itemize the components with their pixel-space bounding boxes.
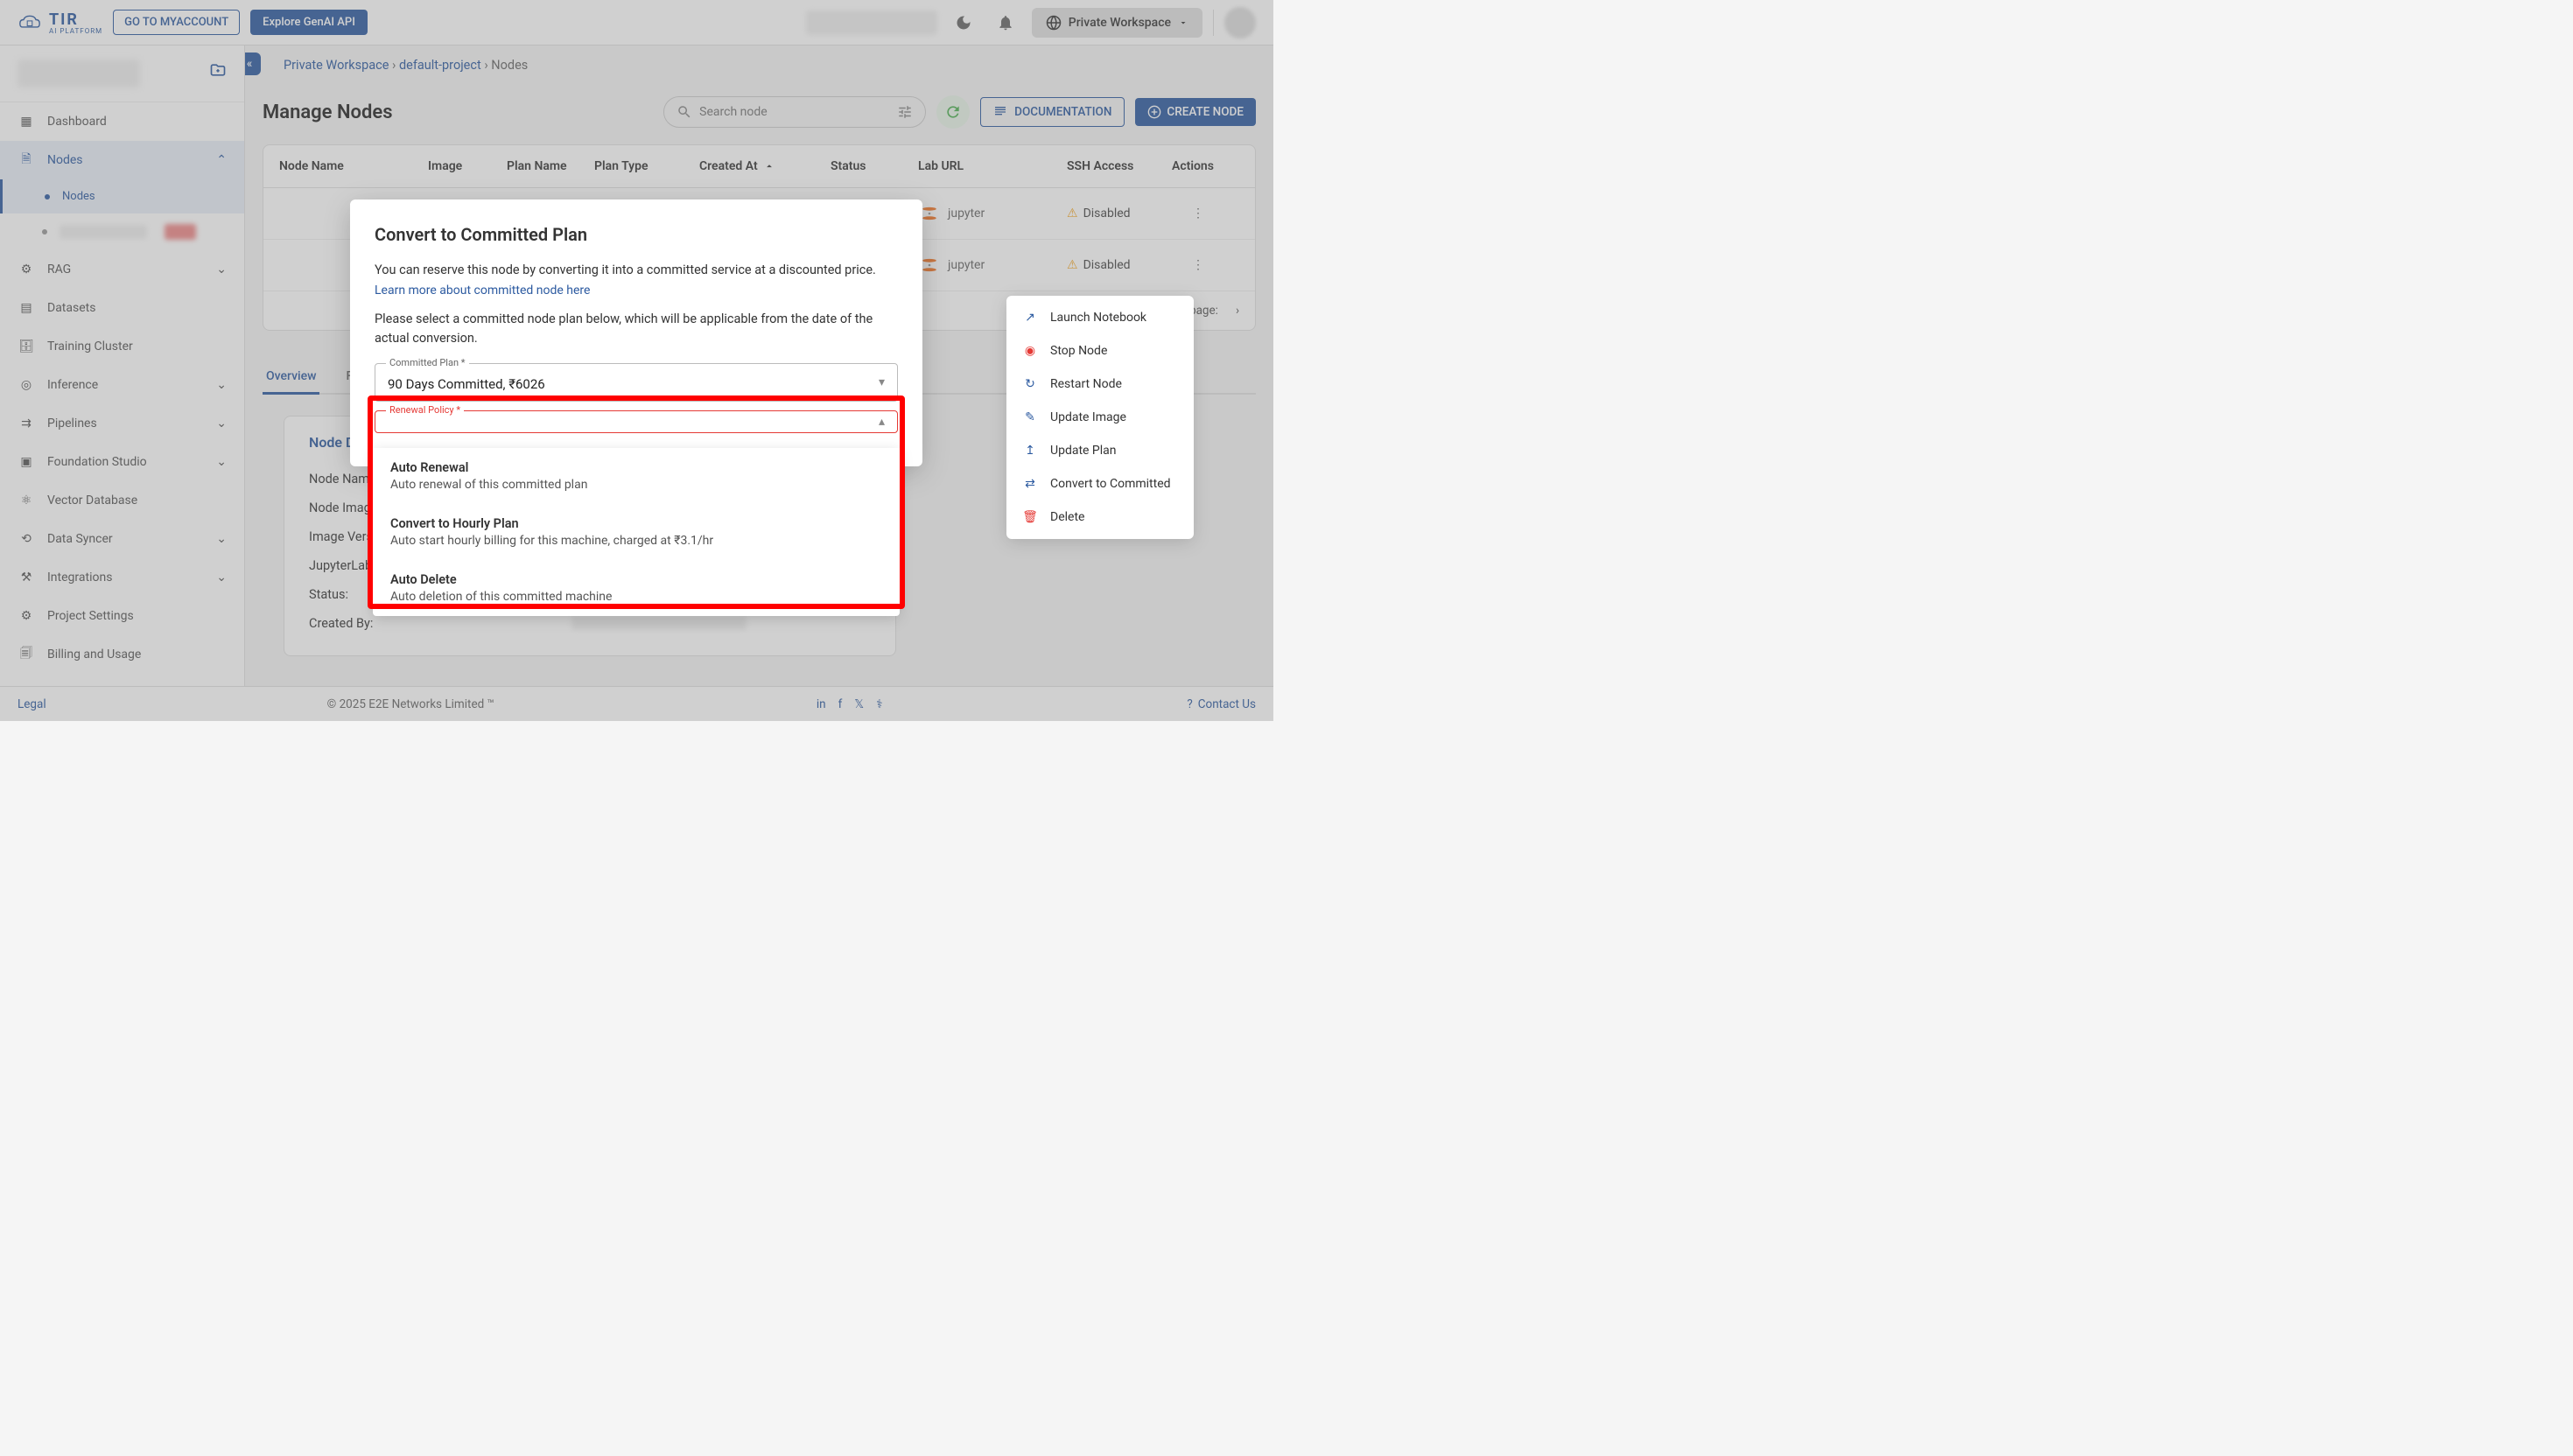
- ctx-update-plan[interactable]: ↥Update Plan: [1006, 434, 1194, 467]
- modal-title: Convert to Committed Plan: [375, 224, 898, 245]
- ctx-restart-node[interactable]: ↻Restart Node: [1006, 368, 1194, 401]
- renewal-policy-dropdown: Auto Renewal Auto renewal of this commit…: [373, 448, 900, 616]
- trash-icon: 🗑: [1022, 509, 1038, 525]
- select-value: 90 Days Committed, ₹6026: [388, 376, 885, 392]
- select-label: Committed Plan *: [386, 357, 469, 368]
- restart-icon: ↻: [1022, 376, 1038, 392]
- stop-icon: ◉: [1022, 343, 1038, 359]
- ctx-update-image[interactable]: ✎Update Image: [1006, 401, 1194, 434]
- ctx-convert-committed[interactable]: ⇄Convert to Committed: [1006, 467, 1194, 500]
- upload-icon: ↥: [1022, 443, 1038, 458]
- committed-plan-select[interactable]: Committed Plan * 90 Days Committed, ₹602…: [375, 363, 898, 402]
- learn-more-link[interactable]: Learn more about committed node here: [375, 284, 590, 298]
- pencil-icon: ✎: [1022, 410, 1038, 425]
- ctx-delete[interactable]: 🗑Delete: [1006, 500, 1194, 534]
- option-convert-hourly[interactable]: Convert to Hourly Plan Auto start hourly…: [373, 504, 900, 560]
- select-label: Renewal Policy *: [386, 404, 464, 416]
- renewal-policy-select[interactable]: Renewal Policy * ▴: [375, 410, 898, 433]
- modal-instruction: Please select a committed node plan belo…: [375, 310, 898, 348]
- modal-description: You can reserve this node by converting …: [375, 261, 898, 280]
- chevron-up-icon: ▴: [879, 415, 885, 429]
- convert-icon: ⇄: [1022, 476, 1038, 492]
- launch-icon: ↗: [1022, 310, 1038, 326]
- ctx-launch-notebook[interactable]: ↗Launch Notebook: [1006, 301, 1194, 334]
- ctx-stop-node[interactable]: ◉Stop Node: [1006, 334, 1194, 368]
- actions-context-menu: ↗Launch Notebook ◉Stop Node ↻Restart Nod…: [1006, 296, 1194, 539]
- convert-committed-modal: Convert to Committed Plan You can reserv…: [350, 200, 922, 466]
- option-auto-renewal[interactable]: Auto Renewal Auto renewal of this commit…: [373, 448, 900, 504]
- chevron-down-icon: ▾: [879, 375, 885, 389]
- option-auto-delete[interactable]: Auto Delete Auto deletion of this commit…: [373, 560, 900, 616]
